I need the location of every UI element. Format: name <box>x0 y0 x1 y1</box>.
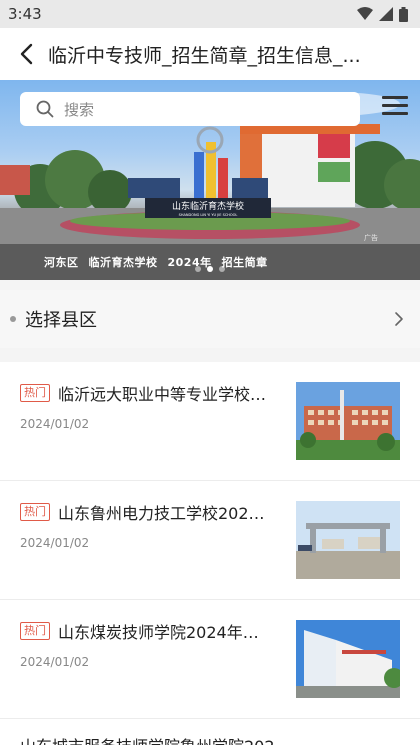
carousel-dots <box>0 266 420 272</box>
list-item-date: 2024/01/02 <box>20 417 90 431</box>
search-placeholder: 搜索 <box>64 100 95 119</box>
menu-icon-bar <box>382 104 408 107</box>
status-time: 3:43 <box>8 5 42 23</box>
page-title: 临沂中专技师_招生简章_招生信息_... <box>48 44 361 67</box>
list-item-partial[interactable]: 山东城市服务技师学院鲁州学院202 <box>0 719 420 745</box>
list-item[interactable]: 热门 山东鲁州电力技工学校2024... 2024/01/02 <box>0 481 420 600</box>
bullet-icon <box>10 316 16 322</box>
search-icon <box>36 100 54 118</box>
banner-carousel[interactable]: 山东临沂育杰学校 SHANDONG LIN YI YU JIE SCHOOL 广… <box>0 80 420 280</box>
county-selector[interactable]: 选择县区 <box>0 290 420 348</box>
list-item-text: 热门 山东煤炭技师学院2024年招... 2024/01/02 <box>20 619 286 699</box>
list-item-title: 临沂远大职业中等专业学校20... <box>58 385 272 404</box>
banner-caption: 河东区 临沂育杰学校 2024年 招生简章 <box>0 244 420 280</box>
building-photo-thumbnail <box>296 382 400 460</box>
list-item-date: 2024/01/02 <box>20 536 90 550</box>
article-list: 热门 临沂远大职业中等专业学校20... 2024/01/02 热门 山东鲁州电… <box>0 362 420 745</box>
menu-button[interactable] <box>382 96 408 118</box>
battery-icon <box>399 6 408 22</box>
status-icons <box>357 6 408 22</box>
nav-bar: 临沂中专技师_招生简章_招生信息_... <box>0 28 420 80</box>
gate-sign-subtext: SHANDONG LIN YI YU JIE SCHOOL <box>179 213 238 217</box>
hot-badge: 热门 <box>20 622 50 640</box>
carousel-dot-active[interactable] <box>207 266 213 272</box>
search-input[interactable]: 搜索 <box>20 92 360 126</box>
campus-photo-thumbnail <box>296 620 400 698</box>
list-item-title-row: 热门 临沂远大职业中等专业学校20... <box>20 381 286 405</box>
list-item[interactable]: 热门 山东煤炭技师学院2024年招... 2024/01/02 <box>0 600 420 719</box>
signal-icon <box>379 7 393 21</box>
list-item-text: 热门 临沂远大职业中等专业学校20... 2024/01/02 <box>20 381 286 461</box>
gate-photo-thumbnail <box>296 501 400 579</box>
list-item-date: 2024/01/02 <box>20 655 90 669</box>
chevron-right-icon <box>395 312 403 326</box>
wifi-icon <box>357 7 373 20</box>
status-bar: 3:43 <box>0 0 420 28</box>
ad-watermark: 广告 <box>364 233 378 242</box>
hot-badge: 热门 <box>20 503 50 521</box>
carousel-dot[interactable] <box>195 266 201 272</box>
county-selector-label: 选择县区 <box>25 310 97 331</box>
list-item-title-row: 热门 山东煤炭技师学院2024年招... <box>20 619 286 643</box>
list-item-title: 山东鲁州电力技工学校2024... <box>58 504 272 523</box>
hot-badge: 热门 <box>20 384 50 402</box>
back-arrow-icon <box>20 43 33 65</box>
back-button[interactable] <box>10 38 42 70</box>
carousel-dot[interactable] <box>219 266 225 272</box>
list-item[interactable]: 热门 临沂远大职业中等专业学校20... 2024/01/02 <box>0 362 420 481</box>
list-item-title-row: 热门 山东鲁州电力技工学校2024... <box>20 500 286 524</box>
menu-icon-bar <box>382 112 408 115</box>
gate-sign-text: 山东临沂育杰学校 <box>172 200 244 212</box>
menu-icon-bar <box>382 96 408 99</box>
list-item-text: 热门 山东鲁州电力技工学校2024... 2024/01/02 <box>20 500 286 580</box>
list-item-title: 山东煤炭技师学院2024年招... <box>58 623 272 642</box>
